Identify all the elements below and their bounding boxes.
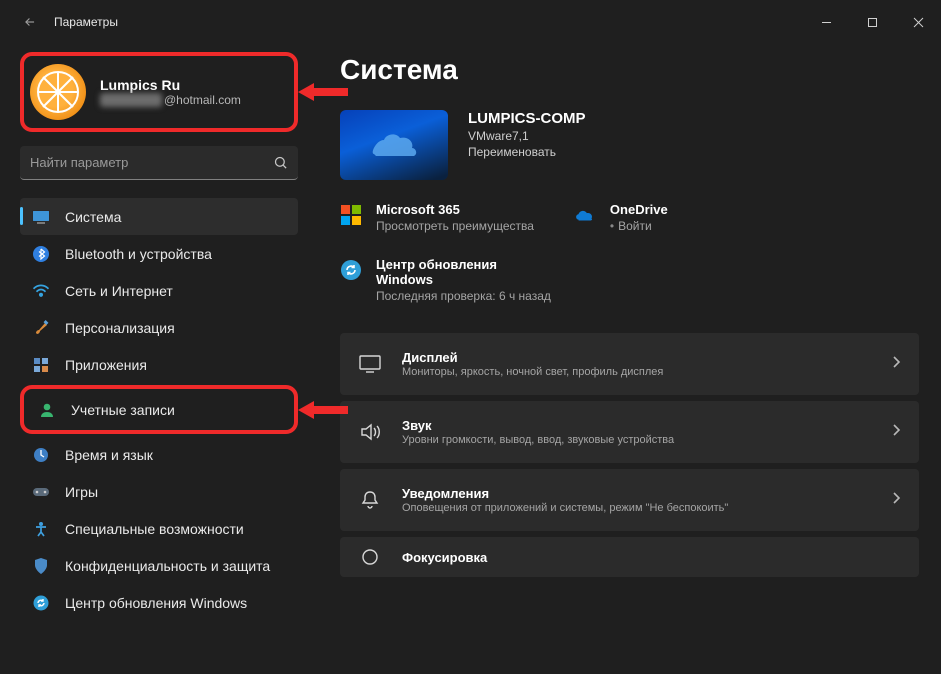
sidebar-item-time-language[interactable]: Время и язык [20,436,298,473]
tile-microsoft365[interactable]: Microsoft 365 Просмотреть преимущества [340,202,534,233]
account-name: Lumpics Ru [100,77,241,93]
sidebar-item-apps[interactable]: Приложения [20,346,298,383]
maximize-button[interactable] [849,0,895,44]
account-email: xxxxxxxxxx@hotmail.com [100,93,241,107]
card-title: Дисплей [402,350,663,365]
card-sub: Оповещения от приложений и системы, режи… [402,502,728,514]
update-icon [32,594,50,612]
shield-icon [32,557,50,575]
device-model: VMware7,1 [468,129,586,143]
card-display[interactable]: ДисплейМониторы, яркость, ночной свет, п… [340,333,919,395]
annotation-arrow-icon [298,397,348,423]
device-summary: LUMPICS-COMP VMware7,1 Переименовать [340,110,919,180]
display-icon [358,355,382,373]
page-title: Система [340,54,919,86]
title-bar: Параметры [0,0,941,44]
minimize-button[interactable] [803,0,849,44]
sidebar-item-label: Центр обновления Windows [65,595,247,611]
account-card[interactable]: Lumpics Ru xxxxxxxxxx@hotmail.com [20,52,298,132]
wifi-icon [32,282,50,300]
tile-sub: •Войти [610,219,668,233]
gamepad-icon [32,483,50,501]
card-title: Звук [402,418,674,433]
tile-title: Microsoft 365 [376,202,534,217]
onedrive-icon [574,204,596,226]
microsoft365-icon [340,204,362,226]
card-focus[interactable]: Фокусировка [340,537,919,577]
close-button[interactable] [895,0,941,44]
card-sound[interactable]: ЗвукУровни громкости, вывод, ввод, звуко… [340,401,919,463]
sound-icon [358,423,382,441]
sidebar-item-label: Специальные возможности [65,521,244,537]
sidebar-item-accessibility[interactable]: Специальные возможности [20,510,298,547]
bell-icon [358,490,382,510]
apps-icon [32,356,50,374]
card-title: Фокусировка [402,550,487,565]
card-notifications[interactable]: УведомленияОповещения от приложений и си… [340,469,919,531]
highlight-accounts: Учетные записи [20,385,298,434]
back-button[interactable] [16,8,44,36]
display-icon [32,208,50,226]
window-title: Параметры [54,15,118,29]
update-icon [340,259,362,281]
card-sub: Мониторы, яркость, ночной свет, профиль … [402,366,663,378]
search-box[interactable] [20,146,298,180]
sidebar-item-label: Игры [65,484,98,500]
tile-title: OneDrive [610,202,668,217]
chevron-right-icon [892,491,901,510]
sidebar-item-label: Учетные записи [71,402,175,418]
tile-title: Центр обновления Windows [376,257,526,287]
sidebar-item-system[interactable]: Система [20,198,298,235]
tile-sub: Последняя проверка: 6 ч назад [376,289,551,303]
sidebar-item-personalization[interactable]: Персонализация [20,309,298,346]
sidebar: Lumpics Ru xxxxxxxxxx@hotmail.com Систем… [0,44,310,674]
sidebar-item-label: Время и язык [65,447,153,463]
tile-sub: Просмотреть преимущества [376,219,534,233]
accessibility-icon [32,520,50,538]
card-title: Уведомления [402,486,728,501]
annotation-arrow-icon [298,79,348,105]
search-input[interactable] [30,155,273,170]
chevron-right-icon [892,423,901,442]
sidebar-item-label: Конфиденциальность и защита [65,558,270,574]
tile-windows-update[interactable]: Центр обновления Windows Последняя прове… [340,257,551,303]
sidebar-item-privacy[interactable]: Конфиденциальность и защита [20,547,298,584]
sidebar-item-label: Сеть и Интернет [65,283,173,299]
card-sub: Уровни громкости, вывод, ввод, звуковые … [402,434,674,446]
sidebar-item-gaming[interactable]: Игры [20,473,298,510]
device-thumbnail [340,110,448,180]
sidebar-item-windows-update[interactable]: Центр обновления Windows [20,584,298,621]
device-name: LUMPICS-COMP [468,110,586,127]
sidebar-item-label: Система [65,209,121,225]
sidebar-item-label: Приложения [65,357,147,373]
globe-clock-icon [32,446,50,464]
sidebar-item-accounts[interactable]: Учетные записи [26,391,292,428]
sidebar-item-bluetooth[interactable]: Bluetooth и устройства [20,235,298,272]
brush-icon [32,319,50,337]
chevron-right-icon [892,355,901,374]
sidebar-item-network[interactable]: Сеть и Интернет [20,272,298,309]
main-content: Система LUMPICS-COMP VMware7,1 Переимено… [310,44,941,674]
search-icon [273,155,288,170]
sidebar-item-label: Персонализация [65,320,175,336]
bluetooth-icon [32,245,50,263]
device-rename-link[interactable]: Переименовать [468,145,586,159]
person-icon [38,401,56,419]
sidebar-item-label: Bluetooth и устройства [65,246,212,262]
avatar [30,64,86,120]
tile-onedrive[interactable]: OneDrive •Войти [574,202,668,233]
focus-icon [358,547,382,567]
